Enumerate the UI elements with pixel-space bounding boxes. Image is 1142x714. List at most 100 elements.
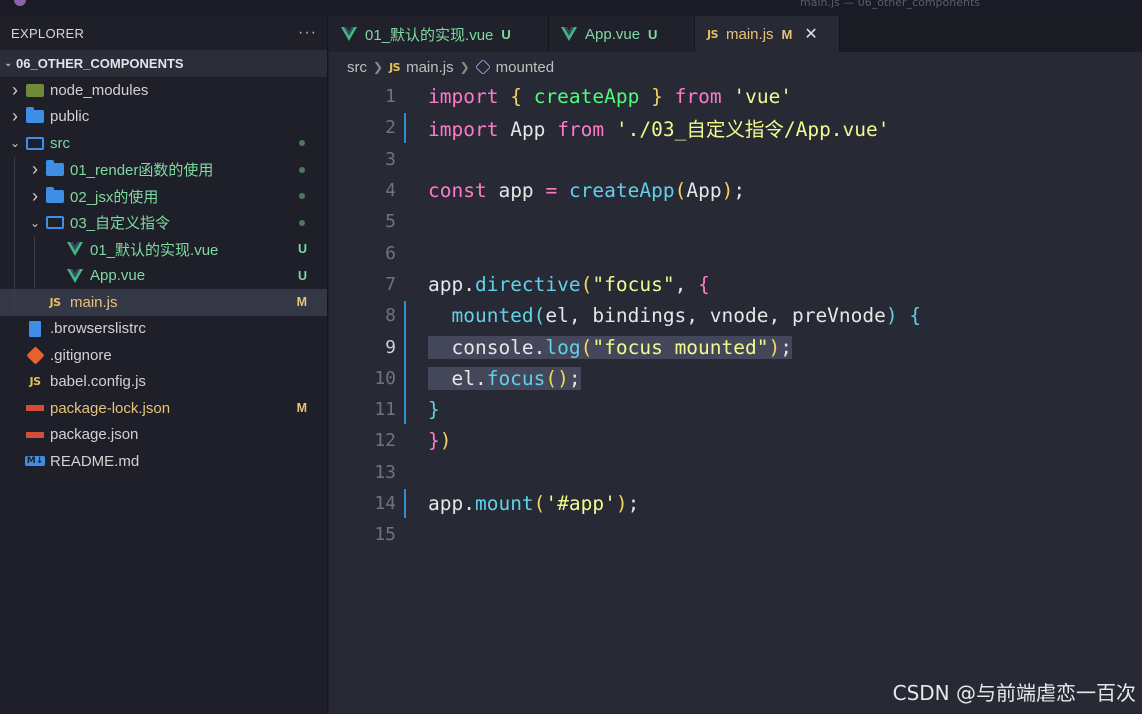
code-token: ;	[568, 366, 581, 390]
code-line[interactable]: 15	[329, 519, 1142, 550]
line-number: 1	[385, 86, 396, 108]
code-token: (	[533, 492, 546, 516]
code-token: {	[909, 304, 922, 328]
code-text: mounted(el, bindings, vnode, preVnode) {	[428, 304, 921, 327]
tree-item[interactable]: JS babel.config.js	[0, 369, 327, 396]
watermark: CSDN @与前端虐恋一百次	[892, 681, 1136, 705]
tree-item[interactable]: package-lock.json M	[0, 395, 327, 422]
close-icon[interactable]: ✕	[804, 24, 817, 44]
breadcrumb-symbol[interactable]: mounted	[496, 59, 554, 76]
git-status-dot	[299, 166, 305, 173]
code-token: ;	[627, 492, 640, 516]
code-token: app	[498, 179, 534, 203]
line-number: 9	[385, 336, 396, 358]
code-text: import App from './03_自定义指令/App.vue'	[428, 113, 890, 142]
editor-tab[interactable]: App.vue U	[549, 16, 695, 52]
code-line[interactable]: 4 const app = createApp(App);	[329, 175, 1142, 206]
tree-item[interactable]: .browserslistrc	[0, 316, 327, 343]
project-root[interactable]: ⌄ 06_OTHER_COMPONENTS	[0, 50, 327, 77]
line-number: 6	[385, 242, 396, 264]
tree-item[interactable]: › 02_jsx的使用	[0, 183, 327, 210]
editor-tab[interactable]: 01_默认的实现.vue U	[329, 16, 549, 52]
code-token: createApp	[568, 179, 675, 203]
tree-item[interactable]: package.json	[0, 422, 327, 449]
code-token: App	[686, 179, 722, 203]
code-editor[interactable]: 1 import { createApp } from 'vue' 2 import …	[329, 82, 1142, 714]
code-line[interactable]: 5	[329, 206, 1142, 237]
chevron-down-icon: ⌄	[4, 58, 13, 69]
tree-item-label: 01_默认的实现.vue	[90, 241, 219, 259]
chevron-down-icon[interactable]: ⌄	[8, 136, 22, 150]
code-line[interactable]: 2 import App from './03_自定义指令/App.vue'	[329, 112, 1142, 143]
code-token: createApp	[533, 85, 640, 109]
tree-item[interactable]: › public	[0, 104, 327, 131]
tree-item[interactable]: JS main.js M	[0, 289, 327, 316]
tree-item[interactable]: › 01_render函数的使用	[0, 156, 327, 183]
code-token: import	[428, 118, 499, 142]
tree-item-label: public	[50, 108, 90, 126]
tree-item-label: 01_render函数的使用	[70, 162, 214, 180]
code-token: }	[428, 429, 440, 453]
chevron-right-icon: ❯	[373, 60, 384, 74]
more-actions-icon[interactable]: ···	[298, 24, 317, 42]
code-line[interactable]: 10 el.focus();	[329, 363, 1142, 394]
indent-guide	[34, 236, 35, 263]
chevron-right-icon[interactable]: ›	[28, 159, 42, 180]
node-modules-folder-icon	[26, 82, 44, 98]
tree-item[interactable]: › node_modules	[0, 77, 327, 104]
folder-icon	[46, 186, 64, 204]
vue-file-icon	[561, 27, 577, 41]
code-token: import	[428, 85, 499, 109]
code-line[interactable]: 7 app.directive("focus", {	[329, 269, 1142, 300]
code-token: (	[533, 304, 546, 328]
code-token: focus	[486, 366, 546, 390]
code-line[interactable]: 12})	[329, 425, 1142, 456]
tree-item[interactable]: 01_默认的实现.vue U	[0, 236, 327, 263]
code-token: from	[674, 85, 722, 109]
editor-tab[interactable]: JS main.js M ✕	[695, 16, 840, 52]
chevron-right-icon[interactable]: ›	[8, 80, 22, 101]
chevron-right-icon[interactable]: ›	[28, 186, 42, 207]
line-number: 8	[385, 305, 396, 327]
tab-label: App.vue	[585, 25, 641, 43]
tree-item-label: .browserslistrc	[50, 320, 146, 338]
code-line[interactable]: 3	[329, 144, 1142, 175]
git-status-dot	[299, 140, 305, 147]
code-line[interactable]: 6	[329, 238, 1142, 269]
tree-item[interactable]: ⌄ src	[0, 130, 327, 157]
code-token: 'vue'	[733, 85, 793, 109]
code-line[interactable]: 13	[329, 457, 1142, 488]
folder-icon	[46, 160, 64, 178]
code-text: import { createApp } from 'vue'	[428, 85, 792, 108]
code-line[interactable]: 9 console.log("focus mounted");	[329, 331, 1142, 362]
npm-icon	[26, 400, 44, 416]
tree-item[interactable]: App.vue U	[0, 262, 327, 289]
tree-item[interactable]: ⌄ 03_自定义指令	[0, 209, 327, 236]
breadcrumb-src[interactable]: src	[347, 59, 367, 76]
code-line[interactable]: 8 mounted(el, bindings, vnode, preVnode)…	[329, 300, 1142, 331]
chevron-down-icon[interactable]: ⌄	[28, 216, 42, 230]
code-token: app.	[428, 492, 475, 516]
code-token: el.	[428, 366, 487, 390]
tree-item[interactable]: .gitignore	[0, 342, 327, 369]
code-line[interactable]: 14 app.mount('#app');	[329, 488, 1142, 519]
indent-guide	[14, 262, 15, 289]
file-tree: › node_modules › public ⌄ src › 01_render函数的使用 ›…	[0, 77, 327, 475]
code-token: mount	[474, 492, 534, 516]
code-text: console.log("focus mounted");	[428, 335, 792, 359]
code-token: }	[651, 85, 663, 109]
tree-item-label: node_modules	[50, 81, 149, 99]
code-token: ,	[674, 272, 699, 296]
tree-item[interactable]: M↓ README.md	[0, 448, 327, 475]
tab-status-badge: M	[781, 26, 793, 42]
chevron-right-icon[interactable]: ›	[8, 106, 22, 127]
code-token: console.	[428, 335, 546, 359]
code-line[interactable]: 1 import { createApp } from 'vue'	[329, 81, 1142, 112]
breadcrumb-file[interactable]: main.js	[406, 59, 454, 76]
code-line[interactable]: 11}	[329, 394, 1142, 425]
project-name: 06_OTHER_COMPONENTS	[16, 56, 184, 71]
